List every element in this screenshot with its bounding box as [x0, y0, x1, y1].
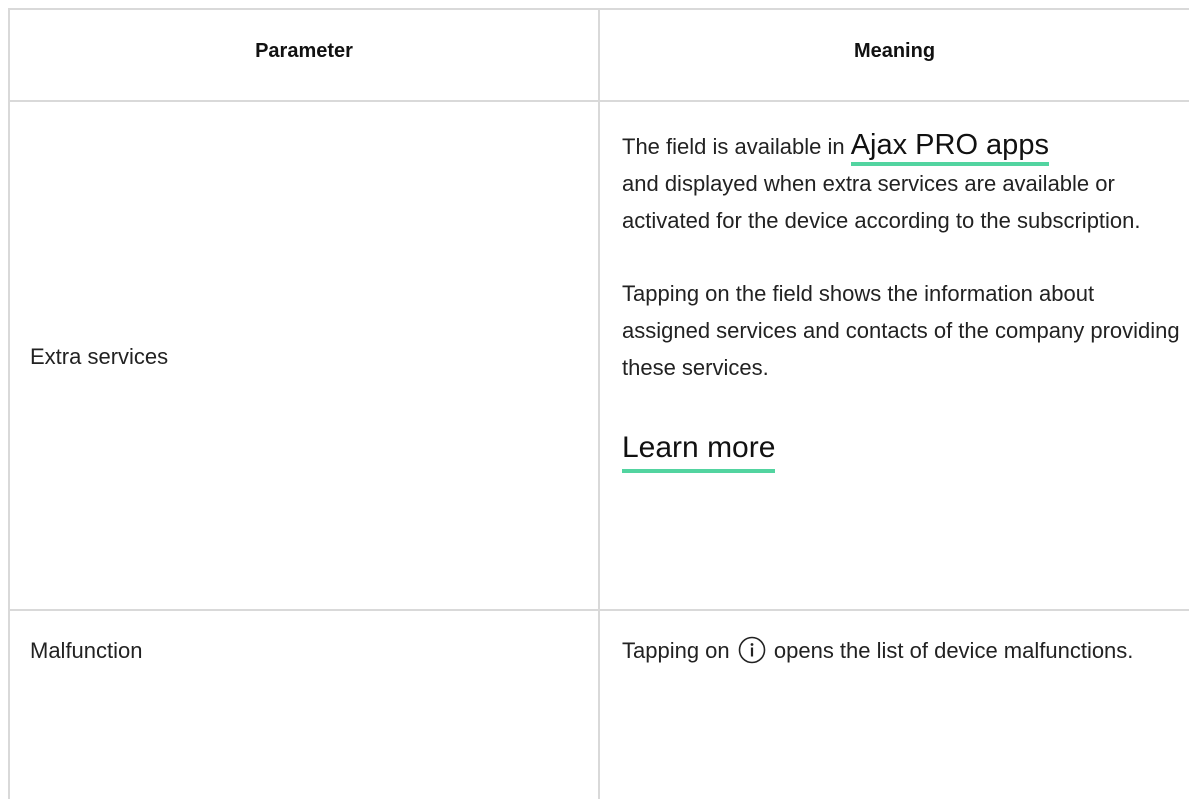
parameter-extra-services: Extra services — [30, 344, 169, 369]
header-divider — [10, 100, 1189, 102]
extra-services-tapping-text: Tapping on the field shows the informati… — [622, 281, 1180, 380]
info-icon — [738, 636, 766, 664]
column-divider — [598, 8, 600, 799]
malfunction-text-start: Tapping on — [622, 638, 736, 663]
malfunction-text-end: opens the list of device malfunctions. — [767, 638, 1134, 663]
meaning-malfunction: Tapping on opens the list of device malf… — [622, 632, 1182, 669]
description-text-start: The field is available in — [622, 134, 851, 159]
meaning-extra-services: The field is available in Ajax PRO apps a… — [622, 127, 1182, 473]
ajax-pro-apps-link[interactable]: Ajax PRO apps — [850, 129, 1049, 166]
parameter-malfunction: Malfunction — [30, 638, 143, 663]
learn-more-link[interactable]: Learn more — [622, 428, 776, 473]
row-divider — [10, 609, 1189, 611]
header-meaning: Meaning — [853, 40, 936, 62]
description-text-end: and displayed when extra services are av… — [622, 171, 1141, 233]
header-parameter: Parameter — [255, 40, 353, 62]
extra-services-description: The field is available in Ajax PRO apps a… — [622, 127, 1182, 239]
